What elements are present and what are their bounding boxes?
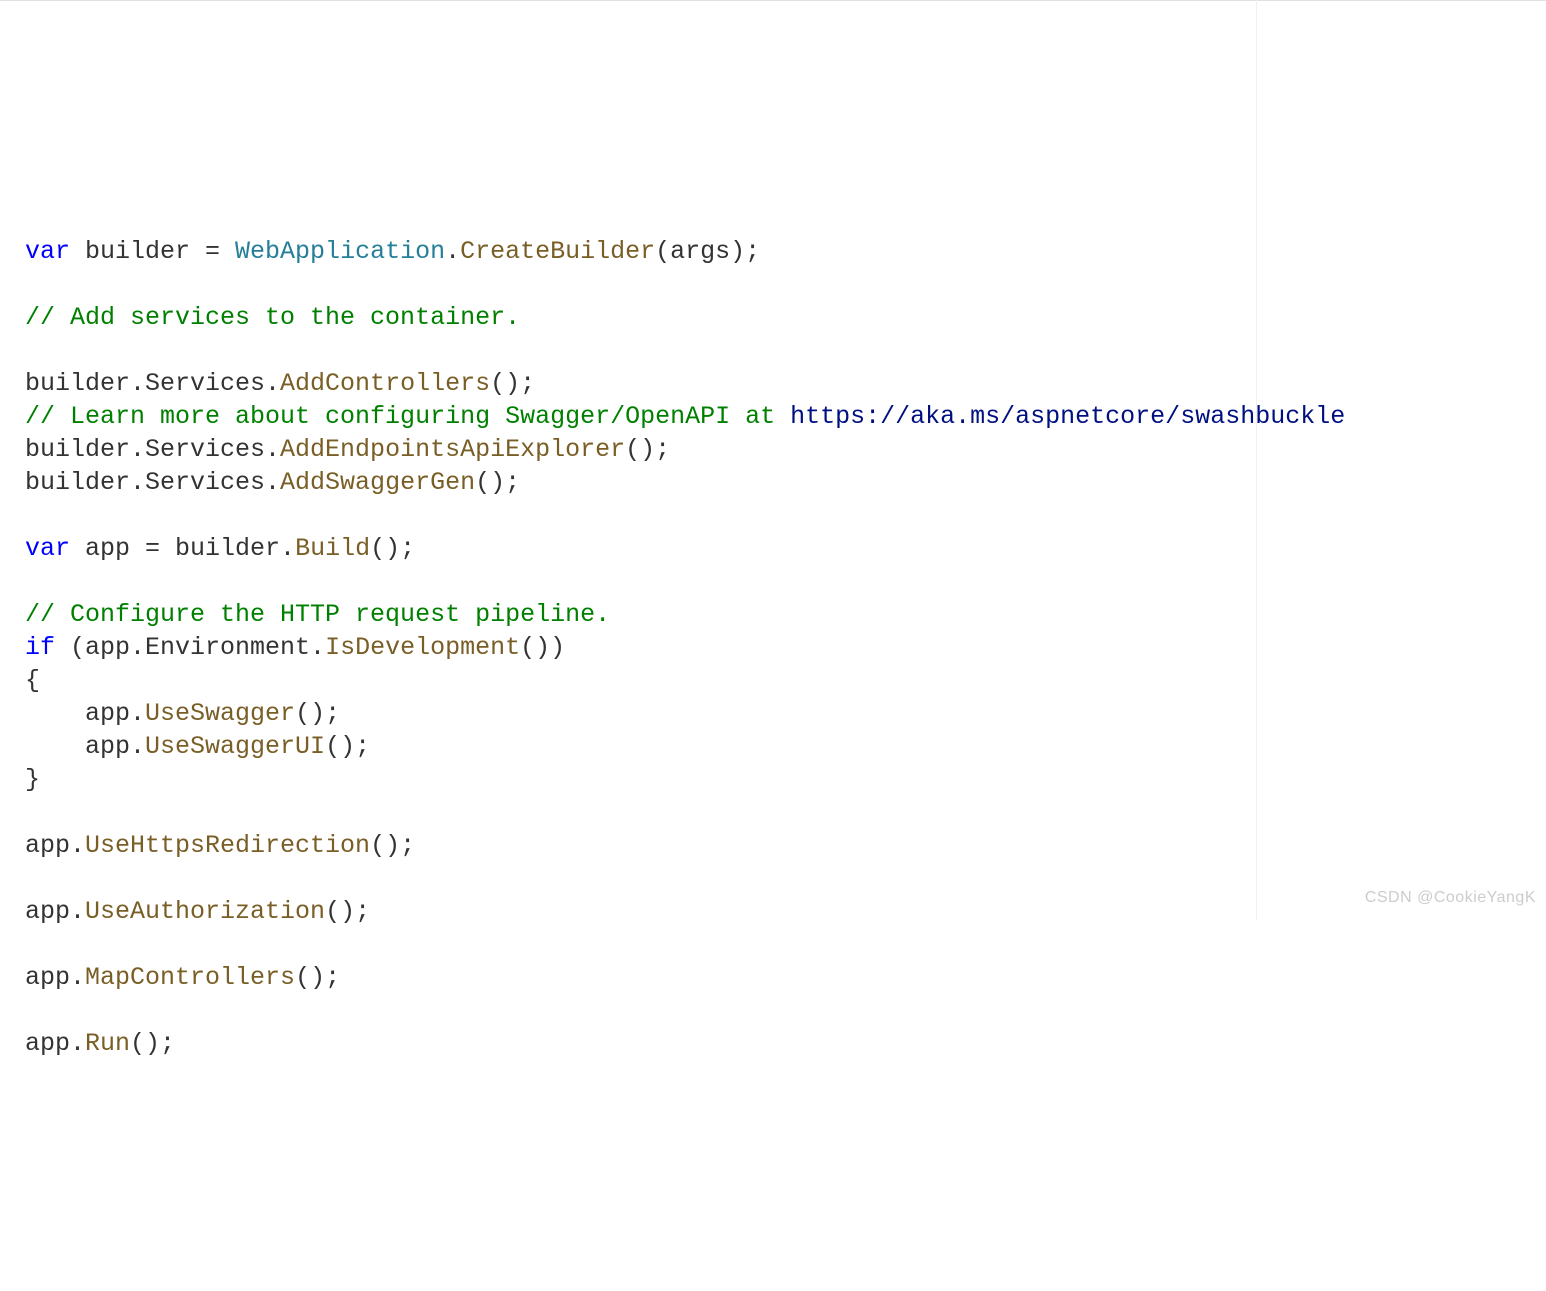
code-text: ();: [325, 732, 370, 761]
code-text: ();: [370, 831, 415, 860]
code-text: app = builder.: [70, 534, 295, 563]
code-text: builder.Services.: [25, 369, 280, 398]
keyword-var: var: [25, 237, 70, 266]
method-name: UseSwaggerUI: [145, 732, 325, 761]
method-name: UseHttpsRedirection: [85, 831, 370, 860]
code-editor[interactable]: var builder = WebApplication.CreateBuild…: [25, 235, 1546, 1060]
code-text: ();: [625, 435, 670, 464]
method-name: CreateBuilder: [460, 237, 655, 266]
code-text: ();: [370, 534, 415, 563]
comment-link[interactable]: https://aka.ms/aspnetcore/swashbuckle: [790, 402, 1345, 431]
method-name: UseAuthorization: [85, 897, 325, 926]
method-name: AddEndpointsApiExplorer: [280, 435, 625, 464]
code-text: (args);: [655, 237, 760, 266]
method-name: Run: [85, 1029, 130, 1058]
code-text: ();: [295, 963, 340, 992]
comment: // Learn more about configuring Swagger/…: [25, 402, 790, 431]
code-text: builder =: [70, 237, 235, 266]
keyword-if: if: [25, 633, 55, 662]
code-text: app.: [25, 963, 85, 992]
comment: // Configure the HTTP request pipeline.: [25, 600, 610, 629]
code-text: ();: [475, 468, 520, 497]
code-text: ();: [130, 1029, 175, 1058]
method-name: AddControllers: [280, 369, 490, 398]
code-text: builder.Services.: [25, 435, 280, 464]
method-name: UseSwagger: [145, 699, 295, 728]
comment: // Add services to the container.: [25, 303, 520, 332]
method-name: AddSwaggerGen: [280, 468, 475, 497]
editor-border-top: [0, 0, 1546, 1]
punct: .: [445, 237, 460, 266]
method-name: IsDevelopment: [325, 633, 520, 662]
code-text: app.: [25, 1029, 85, 1058]
code-text: ();: [295, 699, 340, 728]
code-text: builder.Services.: [25, 468, 280, 497]
watermark: CSDN @CookieYangK: [1365, 881, 1536, 914]
code-text: app.: [25, 732, 145, 761]
code-text: ()): [520, 633, 565, 662]
brace-open: {: [25, 666, 40, 695]
code-text: ();: [490, 369, 535, 398]
method-name: Build: [295, 534, 370, 563]
keyword-var: var: [25, 534, 70, 563]
code-text: app.: [25, 699, 145, 728]
method-name: MapControllers: [85, 963, 295, 992]
code-text: app.: [25, 831, 85, 860]
code-text: app.: [25, 897, 85, 926]
code-text: ();: [325, 897, 370, 926]
code-text: (app.Environment.: [55, 633, 325, 662]
type-name: WebApplication: [235, 237, 445, 266]
brace-close: }: [25, 765, 40, 794]
